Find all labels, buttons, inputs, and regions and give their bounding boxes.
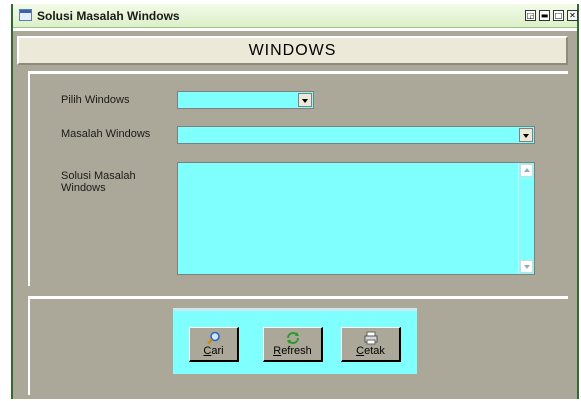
help-icon[interactable]: ◲ xyxy=(525,10,536,21)
refresh-button[interactable]: Refresh xyxy=(263,327,323,362)
window-app-icon xyxy=(19,9,32,21)
cari-button[interactable]: Cari xyxy=(189,327,239,362)
search-icon xyxy=(206,331,220,345)
cetak-label: Cetak xyxy=(356,345,385,357)
solusi-textarea[interactable] xyxy=(177,162,535,275)
window-title: Solusi Masalah Windows xyxy=(37,9,180,23)
refresh-icon xyxy=(286,332,299,344)
pilih-windows-select[interactable] xyxy=(177,91,314,109)
minimize-button[interactable]: ▬ xyxy=(539,10,550,21)
close-button[interactable]: ✕ xyxy=(567,10,578,21)
maximize-button[interactable]: □ xyxy=(553,10,564,21)
solusi-scrollbar[interactable] xyxy=(518,163,534,274)
scroll-up-icon[interactable] xyxy=(520,164,533,177)
masalah-windows-label: Masalah Windows xyxy=(61,128,151,140)
chevron-down-icon[interactable] xyxy=(519,128,533,142)
title-bar[interactable]: Solusi Masalah Windows ◲ ▬ □ ✕ xyxy=(13,4,578,28)
masalah-windows-select[interactable] xyxy=(177,126,535,144)
cetak-button[interactable]: Cetak xyxy=(341,327,401,362)
scroll-down-icon[interactable] xyxy=(520,260,533,273)
page-title: WINDOWS xyxy=(248,42,337,59)
refresh-label: Refresh xyxy=(273,345,312,357)
pilih-windows-label: Pilih Windows xyxy=(61,94,130,106)
solusi-label: Solusi Masalah Windows xyxy=(61,170,136,194)
chevron-down-icon[interactable] xyxy=(298,93,312,107)
printer-icon xyxy=(364,331,377,345)
header-panel: WINDOWS xyxy=(17,36,568,65)
cari-label: Cari xyxy=(203,345,224,357)
